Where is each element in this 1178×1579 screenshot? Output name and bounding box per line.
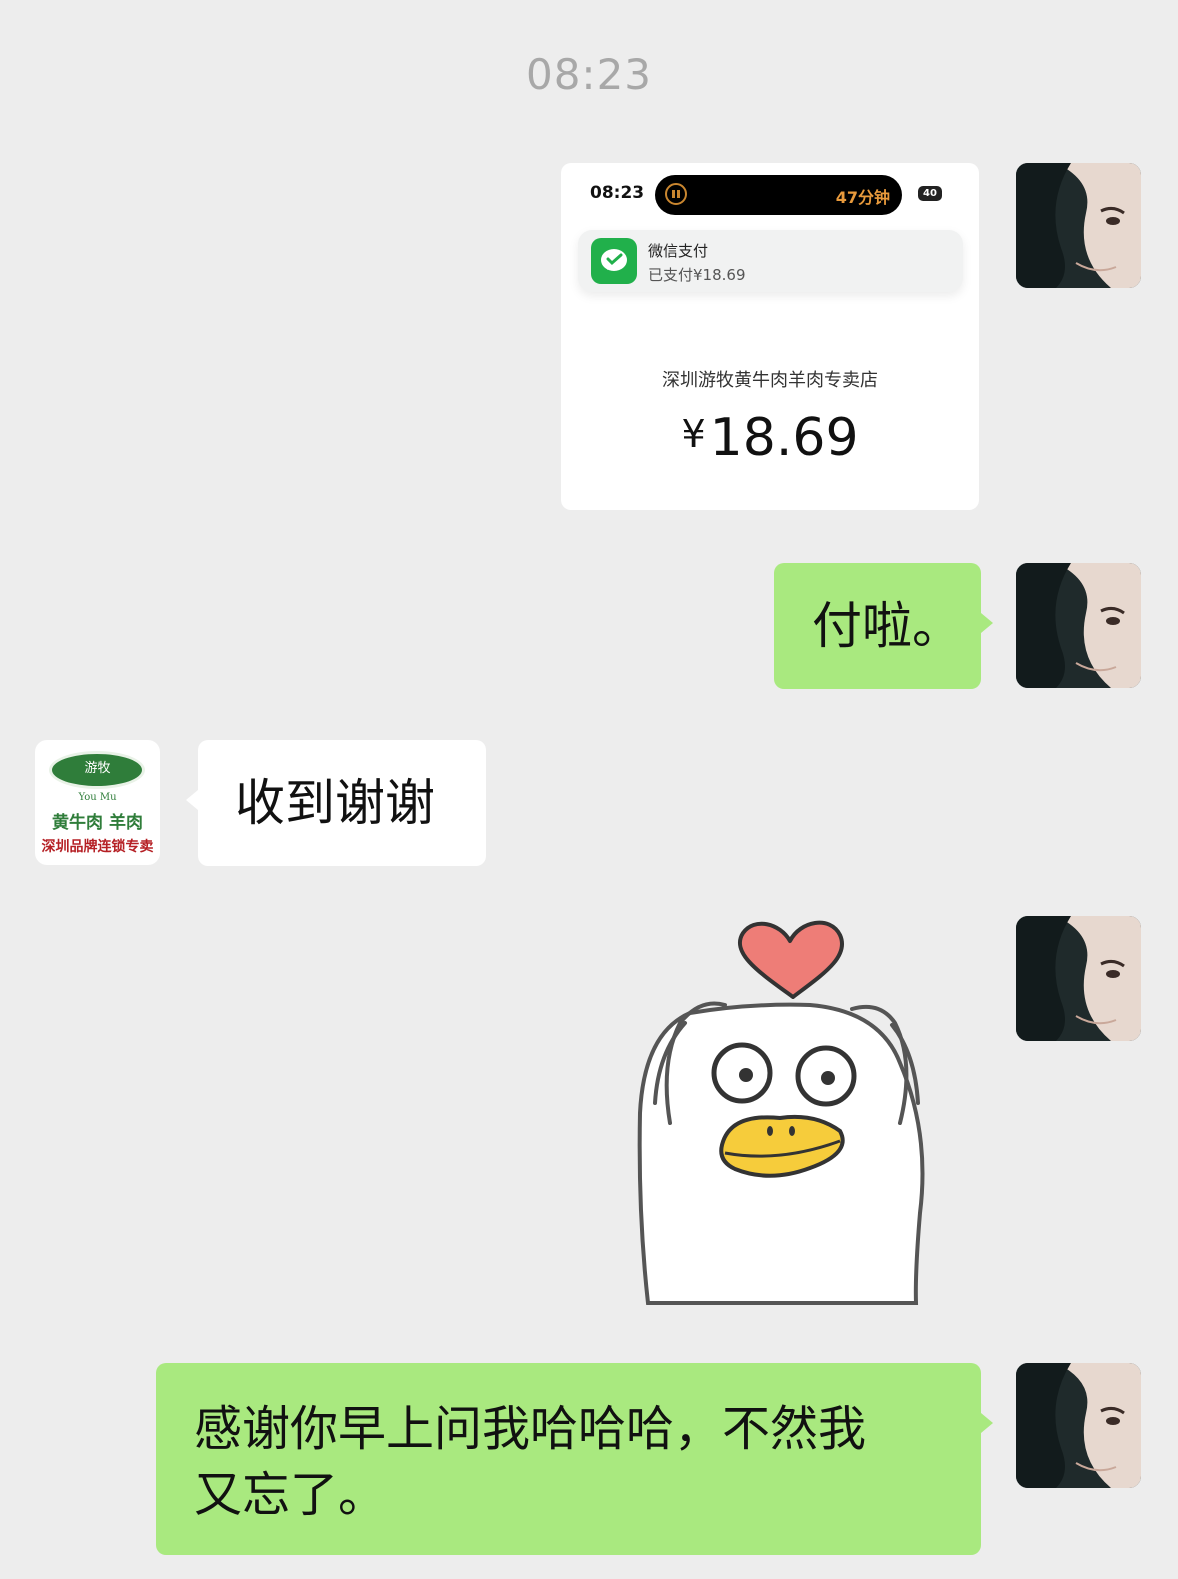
bubble-tail <box>981 1413 993 1433</box>
bubble-tail <box>981 613 993 633</box>
notification-body: 已支付¥18.69 <box>648 266 746 284</box>
message-text-line-1: 感谢你早上问我哈哈哈，不然我 <box>194 1401 867 1457</box>
message-text-line-2: 又忘了。 <box>194 1467 387 1523</box>
message-timestamp: 08:23 <box>525 50 653 99</box>
merchant-name: 深圳游牧黄牛肉羊肉专卖店 <box>662 370 878 391</box>
chat-bubble-sent[interactable]: 付啦。 <box>774 563 981 689</box>
logo-tagline: 深圳品牌连锁专卖 <box>41 839 154 855</box>
avatar[interactable] <box>1016 916 1141 1041</box>
duck-sticker-icon <box>637 920 925 1305</box>
logo-brand: 游牧 <box>84 761 111 776</box>
island-timer: 47分钟 <box>835 188 890 207</box>
payment-screenshot-message[interactable]: 08:23 47分钟 40 微信支付 已支付¥18.69 深圳游牧黄牛肉羊肉专卖… <box>561 163 979 510</box>
logo-english: You Mu <box>78 792 117 803</box>
merchant-avatar[interactable]: 游牧 You Mu 黄牛肉 羊肉 深圳品牌连锁专卖 <box>35 740 160 865</box>
chat-bubble-sent[interactable]: 感谢你早上问我哈哈哈，不然我 又忘了。 <box>156 1363 981 1555</box>
bubble-tail <box>186 790 198 810</box>
currency-symbol: ¥ <box>681 412 706 456</box>
user-avatar-icon <box>1016 1363 1141 1488</box>
message-text: 收到谢谢 <box>235 774 435 832</box>
notification-title: 微信支付 <box>648 242 709 260</box>
duck-heart-sticker[interactable] <box>630 913 950 1313</box>
wechat-pay-icon <box>591 238 637 284</box>
screenshot-status-time: 08:23 <box>590 183 645 203</box>
avatar[interactable] <box>1016 1363 1141 1488</box>
user-avatar-icon <box>1016 163 1141 288</box>
avatar[interactable] <box>1016 563 1141 688</box>
payment-notification: 微信支付 已支付¥18.69 <box>578 230 963 292</box>
message-text: 付啦。 <box>812 597 962 655</box>
user-avatar-icon <box>1016 916 1141 1041</box>
chat-bubble-received[interactable]: 收到谢谢 <box>198 740 486 866</box>
dynamic-island: 47分钟 <box>655 175 902 215</box>
logo-product: 黄牛肉 羊肉 <box>52 813 143 833</box>
payment-amount: ¥18.69 <box>561 408 979 468</box>
amount-value: 18.69 <box>709 408 859 468</box>
pause-icon <box>665 183 687 205</box>
user-avatar-icon <box>1016 563 1141 688</box>
battery-icon: 40 <box>918 186 942 201</box>
avatar[interactable] <box>1016 163 1141 288</box>
